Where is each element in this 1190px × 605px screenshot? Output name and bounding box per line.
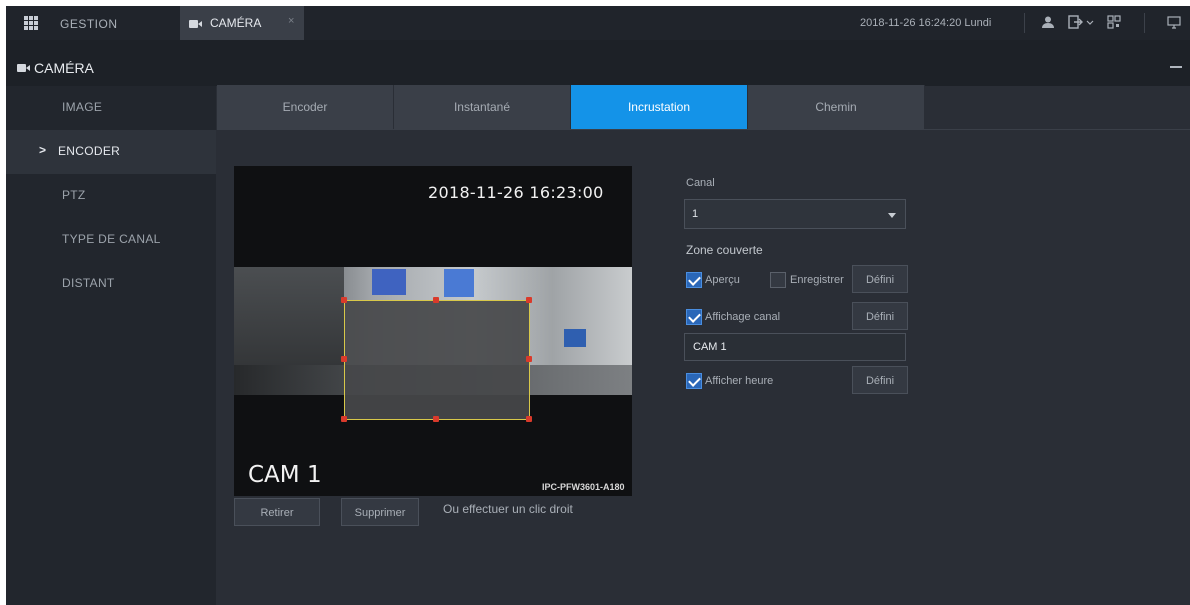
preview-datetime-overlay[interactable]: 2018-11-26 16:23:00: [428, 183, 604, 202]
monitor-icon[interactable]: [1166, 15, 1182, 31]
sidebar-item-label: ENCODER: [58, 144, 121, 158]
tab-instantane[interactable]: Instantané: [394, 85, 571, 129]
sidebar-item-label: TYPE DE CANAL: [62, 232, 161, 246]
sidebar-item-label: PTZ: [62, 188, 86, 202]
channel-title-input[interactable]: CAM 1: [684, 333, 906, 361]
chevron-down-icon: [888, 213, 896, 218]
resize-handle[interactable]: [341, 416, 347, 422]
define-time-button[interactable]: Défini: [852, 366, 908, 394]
sidebar-item-type-de-canal[interactable]: TYPE DE CANAL: [6, 218, 216, 262]
video-preview[interactable]: 2018-11-26 16:23:00 CAM 1 IPC-PFW3601-A1…: [234, 166, 632, 496]
canal-value: 1: [692, 208, 699, 220]
camera-icon: [189, 20, 202, 28]
resize-handle[interactable]: [341, 356, 347, 362]
user-icon[interactable]: [1040, 15, 1056, 31]
resize-handle[interactable]: [341, 297, 347, 303]
resize-handle[interactable]: [526, 356, 532, 362]
logout-icon[interactable]: [1066, 15, 1096, 31]
sidebar-item-label: DISTANT: [62, 276, 115, 290]
enregistrer-label: Enregistrer: [790, 274, 844, 286]
resize-handle[interactable]: [526, 416, 532, 422]
canal-label: Canal: [686, 177, 715, 189]
sidebar-item-encoder[interactable]: > ENCODER: [6, 130, 216, 174]
apercu-checkbox[interactable]: [686, 272, 702, 288]
resize-handle[interactable]: [433, 416, 439, 422]
sidebar-item-distant[interactable]: DISTANT: [6, 262, 216, 306]
divider: [1024, 13, 1025, 33]
sidebar: IMAGE > ENCODER PTZ TYPE DE CANAL DISTAN…: [6, 86, 216, 605]
channel-title-value: CAM 1: [693, 341, 727, 353]
enregistrer-checkbox[interactable]: [770, 272, 786, 288]
resize-handle[interactable]: [433, 297, 439, 303]
sidebar-item-label: IMAGE: [62, 100, 103, 114]
tab-label: Encoder: [282, 100, 328, 114]
delete-button[interactable]: Supprimer: [341, 498, 419, 526]
canal-select[interactable]: 1: [684, 199, 906, 229]
preview-channel-name-overlay[interactable]: CAM 1: [248, 462, 322, 488]
affichage-canal-checkbox[interactable]: [686, 309, 702, 325]
page-title: CAMÉRA: [34, 60, 94, 76]
divider: [217, 129, 1190, 130]
zone-couverte-label: Zone couverte: [686, 243, 763, 257]
affichage-canal-label: Affichage canal: [705, 311, 781, 323]
tab-incrustation[interactable]: Incrustation: [571, 85, 748, 129]
tab-camera[interactable]: CAMÉRA ×: [180, 6, 304, 40]
resize-handle[interactable]: [526, 297, 532, 303]
page-header: CAMÉRA: [6, 40, 1190, 86]
afficher-heure-checkbox[interactable]: [686, 373, 702, 389]
gestion-link[interactable]: GESTION: [60, 17, 118, 31]
close-icon[interactable]: ×: [288, 15, 294, 27]
tab-label: Incrustation: [627, 100, 691, 114]
tab-label: Chemin: [815, 100, 857, 114]
tab-chemin[interactable]: Chemin: [748, 85, 925, 129]
right-click-hint: Ou effectuer un clic droit: [443, 502, 573, 516]
afficher-heure-label: Afficher heure: [705, 375, 774, 387]
tab-encoder[interactable]: Encoder: [217, 85, 394, 129]
tab-camera-label: CAMÉRA: [210, 16, 262, 30]
camera-model-label: IPC-PFW3601-A180: [542, 482, 625, 492]
define-channel-button[interactable]: Défini: [852, 302, 908, 330]
divider: [1144, 13, 1145, 33]
remove-button[interactable]: Retirer: [234, 498, 320, 526]
app-window: GESTION CAMÉRA × 2018-11-26 16:24:20 Lun…: [6, 6, 1190, 605]
sidebar-item-ptz[interactable]: PTZ: [6, 174, 216, 218]
camera-icon: [17, 64, 30, 72]
system-datetime: 2018-11-26 16:24:20 Lundi: [860, 17, 992, 29]
sidebar-item-image[interactable]: IMAGE: [6, 86, 216, 130]
tab-label: Instantané: [453, 100, 511, 114]
qr-code-icon[interactable]: [1106, 15, 1122, 31]
minimize-icon[interactable]: [1170, 66, 1182, 68]
privacy-mask-region[interactable]: [344, 300, 530, 420]
apercu-label: Aperçu: [705, 274, 740, 286]
main-menu-icon[interactable]: [24, 16, 38, 30]
chevron-right-icon: >: [39, 143, 47, 157]
top-bar: GESTION CAMÉRA × 2018-11-26 16:24:20 Lun…: [6, 6, 1190, 40]
define-zone-button[interactable]: Défini: [852, 265, 908, 293]
